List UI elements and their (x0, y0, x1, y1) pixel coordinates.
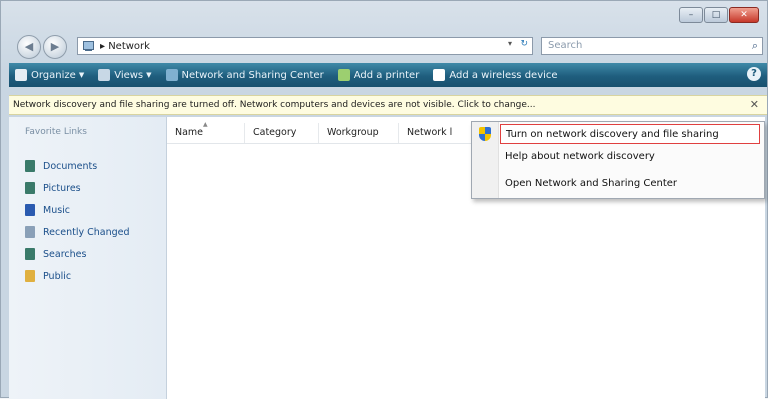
menu-item-turn-on-discovery[interactable]: Turn on network discovery and file shari… (500, 124, 760, 144)
printer-icon (337, 69, 350, 81)
favorite-link-music[interactable]: Music (25, 199, 130, 221)
menu-item-open-sharing-center[interactable]: Open Network and Sharing Center (500, 174, 760, 194)
searches-icon (25, 248, 35, 260)
favorite-link-recently-changed[interactable]: Recently Changed (25, 221, 130, 243)
minimize-button[interactable]: – (679, 7, 703, 23)
address-bar[interactable]: ▸ Network ▾ ↻ (77, 37, 533, 55)
network-center-icon (165, 69, 178, 81)
views-icon (98, 69, 111, 81)
back-button[interactable]: ◀ (17, 35, 41, 59)
documents-icon (25, 160, 35, 172)
recently-changed-icon (25, 226, 35, 238)
toolbar-item-network-center[interactable]: Network and Sharing Center (165, 69, 324, 81)
column-header: ▲ Name Category Workgroup Network l (167, 121, 487, 144)
favorite-links-title: Favorite Links (25, 127, 87, 137)
toolbar-item-organize[interactable]: Organize ▼ (15, 69, 84, 81)
navigation-pane: Favorite Links Documents Pictures Music Rec… (9, 117, 167, 399)
toolbar-item-printer[interactable]: Add a printer (337, 69, 420, 81)
toolbar-item-label: Organize (31, 69, 76, 81)
chevron-down-icon: ▼ (146, 71, 152, 79)
address-dropdown-icon[interactable]: ▾ (508, 39, 512, 48)
help-icon[interactable]: ? (747, 67, 761, 81)
info-bar[interactable]: Network discovery and file sharing are t… (9, 95, 767, 115)
favorite-link-pictures[interactable]: Pictures (25, 177, 130, 199)
organize-icon (15, 69, 27, 81)
menu-item-help-discovery[interactable]: Help about network discovery (500, 147, 760, 167)
shield-icon (479, 127, 491, 141)
public-icon (25, 270, 35, 282)
sort-arrow-icon: ▲ (203, 121, 208, 128)
toolbar-item-label: Add a printer (353, 69, 420, 81)
toolbar-item-label: Views (114, 69, 144, 81)
favorite-links-list: Documents Pictures Music Recently Changed Se… (25, 155, 130, 287)
favorite-link-label: Searches (43, 248, 87, 260)
music-icon (25, 204, 35, 216)
column-category[interactable]: Category (245, 123, 319, 143)
network-discovery-menu: Turn on network discovery and file shari… (471, 121, 765, 199)
toolbar-item-label: Network and Sharing Center (181, 69, 324, 81)
close-button[interactable]: ✕ (729, 7, 759, 23)
address-path: ▸ Network (100, 40, 150, 52)
search-input[interactable]: Search ⌕ (541, 37, 763, 55)
search-placeholder: Search (548, 40, 583, 51)
toolbar-item-views[interactable]: Views ▼ (98, 69, 152, 81)
favorite-link-label: Music (43, 204, 71, 216)
caption-buttons: – □ ✕ (679, 7, 759, 23)
explorer-window: – □ ✕ ◀ ▶ ▸ Network ▾ ↻ Search ⌕ Organiz… (0, 0, 768, 399)
maximize-button[interactable]: □ (704, 7, 728, 23)
favorite-link-searches[interactable]: Searches (25, 243, 130, 265)
chevron-down-icon: ▼ (78, 71, 85, 79)
refresh-icon[interactable]: ↻ (520, 39, 528, 49)
favorite-link-documents[interactable]: Documents (25, 155, 130, 177)
toolbar-item-label: Add a wireless device (449, 69, 558, 81)
forward-button[interactable]: ▶ (43, 35, 67, 59)
favorite-link-label: Recently Changed (43, 226, 130, 238)
network-icon (82, 40, 96, 52)
favorite-link-label: Pictures (43, 182, 81, 194)
column-network-location[interactable]: Network l (399, 123, 465, 143)
info-bar-message: Network discovery and file sharing are t… (13, 100, 536, 110)
info-bar-close-icon[interactable]: ✕ (750, 96, 759, 114)
toolbar-item-wireless-device[interactable]: Add a wireless device (433, 69, 558, 81)
favorite-link-public[interactable]: Public (25, 265, 130, 287)
pictures-icon (25, 182, 35, 194)
column-workgroup[interactable]: Workgroup (319, 123, 399, 143)
favorite-link-label: Documents (43, 160, 98, 172)
search-icon[interactable]: ⌕ (752, 38, 758, 54)
command-toolbar: Organize ▼ Views ▼ Network and Sharing Cente… (9, 63, 767, 87)
favorite-link-label: Public (43, 270, 72, 282)
wireless-device-icon (433, 69, 446, 81)
